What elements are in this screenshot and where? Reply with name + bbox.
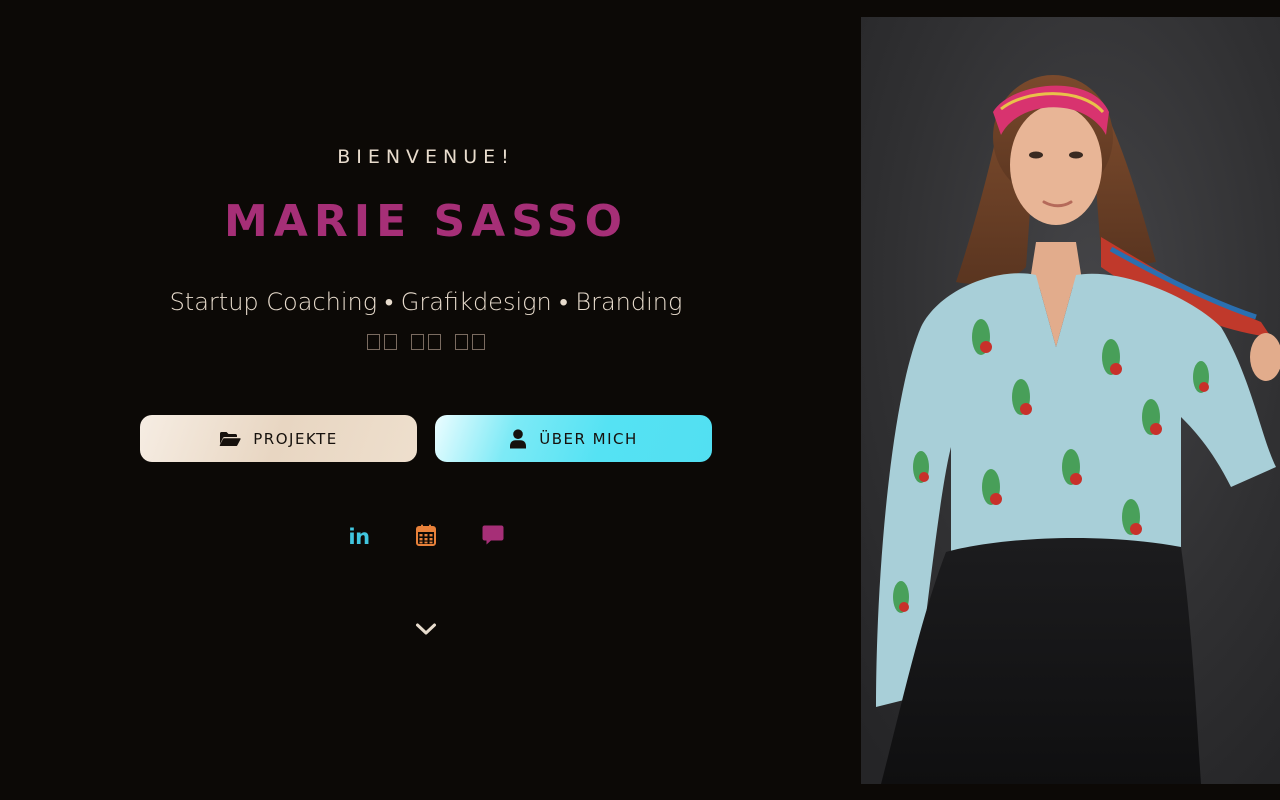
- portrait-illustration: [861, 17, 1280, 784]
- missing-glyph-text: [0, 334, 852, 350]
- chat-link[interactable]: [478, 522, 508, 552]
- hero-section: BIENVENUE! MARIE SASSO Startup Coaching …: [0, 0, 852, 800]
- tagline-text: Startup Coaching • Grafikdesign • Brandi…: [169, 288, 683, 316]
- folder-open-icon: [219, 431, 241, 447]
- calendar-link[interactable]: [411, 522, 441, 552]
- page-title: MARIE SASSO: [223, 196, 628, 247]
- portrait-photo: [861, 17, 1280, 784]
- missing-glyph-group: [409, 334, 443, 350]
- missing-glyph-group: [365, 334, 399, 350]
- missing-glyph-group: [453, 334, 487, 350]
- linkedin-icon: in: [348, 525, 370, 549]
- about-me-button-label: ÜBER MICH: [539, 429, 638, 448]
- chevron-down-icon: [415, 622, 437, 641]
- page: BIENVENUE! MARIE SASSO Startup Coaching …: [0, 0, 1280, 800]
- about-me-button[interactable]: ÜBER MICH: [435, 415, 712, 462]
- chat-icon: [482, 524, 504, 551]
- linkedin-link[interactable]: in: [344, 522, 374, 552]
- calendar-icon: [416, 524, 436, 551]
- scroll-down-button[interactable]: [412, 618, 440, 644]
- user-icon: [509, 428, 527, 449]
- projects-button[interactable]: PROJEKTE: [140, 415, 417, 462]
- projects-button-label: PROJEKTE: [253, 429, 338, 448]
- greeting-text: BIENVENUE!: [337, 146, 515, 168]
